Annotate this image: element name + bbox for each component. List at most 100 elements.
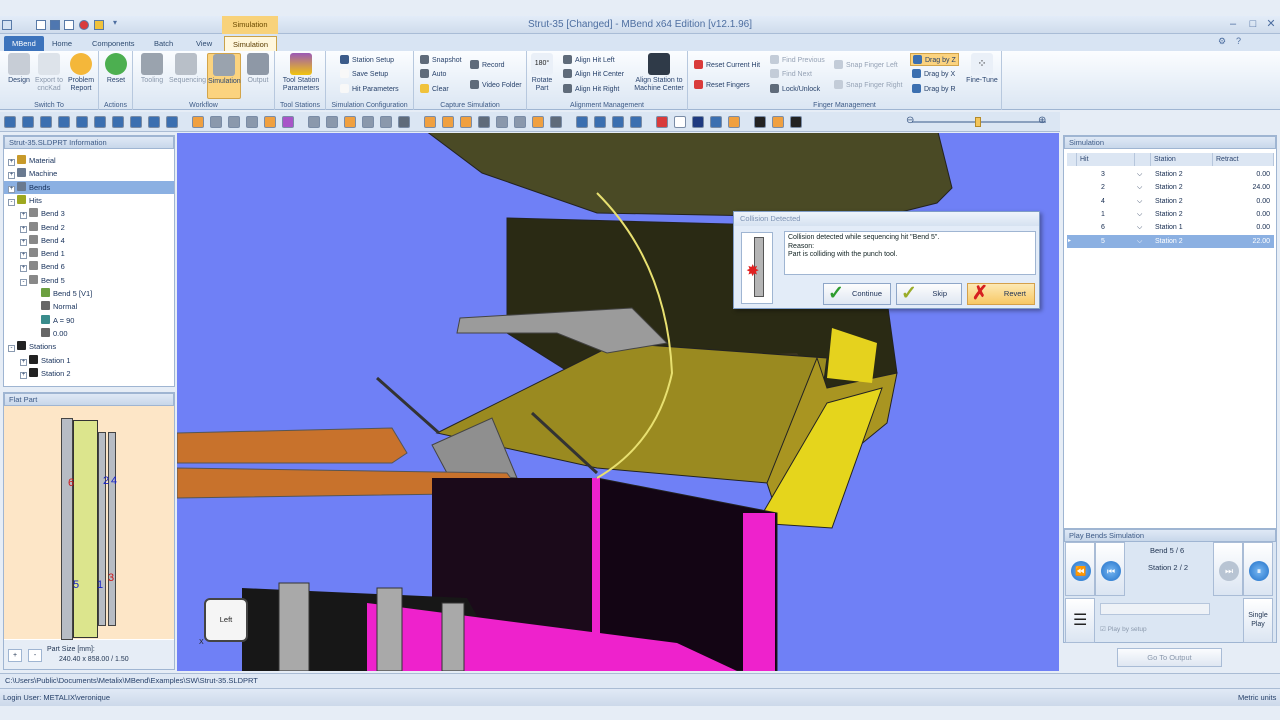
expand-icon[interactable]: + bbox=[8, 172, 15, 180]
output-button[interactable]: Output bbox=[241, 53, 275, 85]
drag-by-z-button[interactable]: Drag by Z bbox=[910, 53, 959, 66]
fine-tune-button[interactable]: ⁘ Fine-Tune bbox=[964, 53, 1000, 85]
toolbar-tool-icon[interactable] bbox=[210, 116, 222, 128]
tree-item-normal[interactable]: Normal bbox=[4, 300, 174, 313]
toolbar-tool-icon[interactable] bbox=[76, 116, 88, 128]
revert-button[interactable]: ✗ Revert bbox=[967, 283, 1035, 305]
toolbar-tool-icon[interactable] bbox=[496, 116, 508, 128]
table-row[interactable]: 2 ⌵ Station 2 24.00 bbox=[1067, 181, 1274, 194]
toolbar-tool-icon[interactable] bbox=[442, 116, 454, 128]
toolbar-tool-icon[interactable] bbox=[424, 116, 436, 128]
toolbar-tool-icon[interactable] bbox=[4, 116, 16, 128]
tree-item-bend-2[interactable]: + Bend 2 bbox=[4, 221, 174, 234]
expand-icon[interactable]: + bbox=[20, 358, 27, 366]
view-cube[interactable]: Left bbox=[204, 598, 248, 642]
find-previous-button[interactable]: Find Previous bbox=[770, 54, 825, 67]
toolbar-tool-icon[interactable] bbox=[398, 116, 410, 128]
toolbar-tool-icon[interactable] bbox=[478, 116, 490, 128]
stop-icon[interactable] bbox=[79, 20, 89, 30]
toolbar-tool-icon[interactable] bbox=[790, 116, 802, 128]
rotate-part-button[interactable]: 180° Rotate Part bbox=[527, 53, 557, 93]
toolbar-tool-icon[interactable] bbox=[228, 116, 240, 128]
toolbar-tool-icon[interactable] bbox=[576, 116, 588, 128]
expand-chevron-icon[interactable]: ⌵ bbox=[1137, 181, 1142, 194]
expand-icon[interactable]: + bbox=[8, 159, 15, 166]
toolbar-tool-icon[interactable] bbox=[532, 116, 544, 128]
tree-item-offset[interactable]: 0.00 bbox=[4, 327, 174, 340]
step-back-button[interactable]: ⏮ bbox=[1095, 542, 1125, 596]
expand-chevron-icon[interactable]: ⌵ bbox=[1137, 208, 1142, 221]
tree-item-station-2[interactable]: + Station 2 bbox=[4, 367, 174, 380]
layers-button[interactable]: ☰ bbox=[1065, 598, 1095, 643]
find-next-button[interactable]: Find Next bbox=[770, 68, 812, 81]
tree-item-hits[interactable]: - Hits bbox=[4, 194, 174, 207]
print-icon[interactable] bbox=[94, 20, 104, 30]
speed-dropdown[interactable] bbox=[1100, 603, 1210, 615]
tree-item-bend-3[interactable]: + Bend 3 bbox=[4, 207, 174, 220]
toolbar-tool-icon[interactable] bbox=[754, 116, 766, 128]
new-icon[interactable] bbox=[36, 20, 46, 30]
toolbar-tool-icon[interactable] bbox=[674, 116, 686, 128]
hit-params-button[interactable]: Hit Parameters bbox=[340, 83, 399, 96]
drag-by-x-button[interactable]: Drag by X bbox=[912, 68, 955, 81]
expand-icon[interactable]: + bbox=[20, 212, 27, 220]
save-setup-button[interactable]: Save Setup bbox=[340, 68, 388, 81]
expand-icon[interactable]: - bbox=[8, 345, 15, 353]
go-to-output-button[interactable]: Go To Output bbox=[1117, 648, 1222, 667]
reset-fingers-button[interactable]: Reset Fingers bbox=[694, 79, 750, 92]
toolbar-tool-icon[interactable] bbox=[460, 116, 472, 128]
toolbar-tool-icon[interactable] bbox=[166, 116, 178, 128]
close-button[interactable]: ✕ bbox=[1262, 18, 1280, 31]
tab-view[interactable]: View bbox=[188, 36, 220, 51]
design-button[interactable]: Design bbox=[2, 53, 36, 85]
zoom-out-icon[interactable]: ⊖ bbox=[906, 115, 914, 126]
tree-item-material[interactable]: + Material bbox=[4, 154, 174, 167]
table-row[interactable]: 3 ⌵ Station 2 0.00 bbox=[1067, 168, 1274, 181]
expand-chevron-icon[interactable]: ⌵ bbox=[1137, 221, 1142, 234]
tab-simulation[interactable]: Simulation bbox=[224, 36, 278, 51]
expand-icon[interactable]: + bbox=[8, 185, 15, 193]
toolbar-tool-icon[interactable] bbox=[94, 116, 106, 128]
tree-item-stations[interactable]: - Stations bbox=[4, 340, 174, 353]
zoom-slider-thumb[interactable] bbox=[975, 117, 981, 127]
toolbar-tool-icon[interactable] bbox=[344, 116, 356, 128]
table-row[interactable]: 6 ⌵ Station 1 0.00 bbox=[1067, 221, 1274, 234]
problem-report-button[interactable]: Problem Report bbox=[64, 53, 98, 93]
flat-zoom-out-button[interactable]: - bbox=[28, 649, 42, 662]
flat-zoom-in-button[interactable]: + bbox=[8, 649, 22, 662]
station-setup-button[interactable]: Station Setup bbox=[340, 54, 394, 67]
toolbar-tool-icon[interactable] bbox=[264, 116, 276, 128]
zoom-in-icon[interactable]: ⊕ bbox=[1038, 115, 1046, 126]
tree-item-bend-5[interactable]: - Bend 5 bbox=[4, 274, 174, 287]
expand-icon[interactable]: + bbox=[20, 238, 27, 246]
expand-chevron-icon[interactable]: ⌵ bbox=[1137, 235, 1142, 248]
toolbar-tool-icon[interactable] bbox=[326, 116, 338, 128]
tree-item-machine[interactable]: + Machine bbox=[4, 167, 174, 180]
app-menu-icon[interactable] bbox=[2, 20, 12, 30]
reset-button[interactable]: Reset bbox=[99, 53, 133, 85]
reset-current-hit-button[interactable]: Reset Current Hit bbox=[694, 59, 760, 72]
align-station-button[interactable]: Align Station to Machine Center bbox=[631, 53, 687, 93]
tree-item-station-1[interactable]: + Station 1 bbox=[4, 354, 174, 367]
toolbar-tool-icon[interactable] bbox=[550, 116, 562, 128]
sequencing-button[interactable]: Sequencing bbox=[169, 53, 206, 85]
tooling-button[interactable]: Tooling bbox=[135, 53, 169, 85]
tree-item-bends[interactable]: + Bends bbox=[4, 180, 174, 194]
lock-unlock-button[interactable]: Lock/Unlock bbox=[770, 83, 820, 96]
video-folder-button[interactable]: Video Folder bbox=[470, 79, 522, 92]
clear-button[interactable]: Clear bbox=[420, 83, 449, 96]
grid-header-hit[interactable]: Hit bbox=[1077, 153, 1135, 166]
expand-icon[interactable]: - bbox=[20, 278, 27, 286]
snap-finger-left-button[interactable]: Snap Finger Left bbox=[834, 59, 898, 72]
expand-chevron-icon[interactable]: ⌵ bbox=[1137, 195, 1142, 208]
expand-icon[interactable]: + bbox=[20, 252, 27, 260]
toolbar-tool-icon[interactable] bbox=[728, 116, 740, 128]
toolbar-tool-icon[interactable] bbox=[40, 116, 52, 128]
tab-batch[interactable]: Batch bbox=[146, 36, 181, 51]
tools-icon[interactable] bbox=[64, 20, 74, 30]
table-row[interactable]: 4 ⌵ Station 2 0.00 bbox=[1067, 195, 1274, 208]
drag-by-r-button[interactable]: Drag by R bbox=[912, 83, 956, 96]
settings-icon[interactable]: ⚙ bbox=[1218, 36, 1226, 47]
align-hit-center-button[interactable]: Align Hit Center bbox=[563, 68, 624, 81]
expand-icon[interactable]: + bbox=[20, 371, 27, 379]
